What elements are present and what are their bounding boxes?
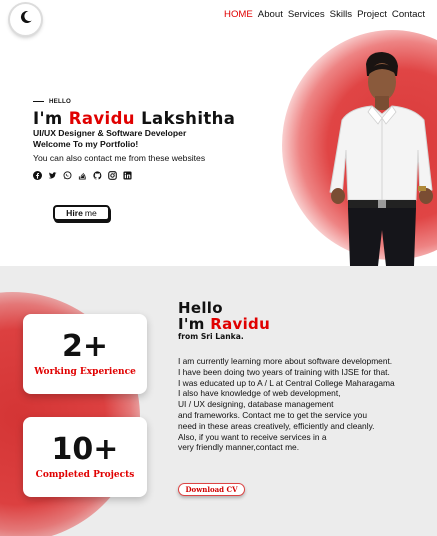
about-line: I have been doing two years of training … bbox=[178, 366, 390, 377]
hire-label-suffix: me bbox=[84, 208, 97, 218]
profile-photo bbox=[320, 50, 437, 266]
twitter-icon[interactable] bbox=[48, 171, 57, 180]
stat-label: Working Experience bbox=[34, 367, 136, 377]
hire-label: Hire bbox=[66, 208, 83, 218]
about-hello: Hello bbox=[178, 299, 223, 317]
eyebrow-dash bbox=[33, 101, 44, 102]
about-line: UI / UX designing, database management bbox=[178, 399, 334, 410]
theme-toggle-button[interactable] bbox=[10, 4, 41, 35]
hello-eyebrow: HELLO bbox=[33, 98, 293, 105]
nav-home[interactable]: HOME bbox=[224, 9, 253, 20]
hero-section: HOME About Services Skills Project Conta… bbox=[0, 0, 437, 266]
about-heading: Hello I'm Ravidu from Sri Lanka. bbox=[178, 300, 270, 341]
stack-overflow-icon[interactable] bbox=[78, 171, 87, 180]
about-from: from Sri Lanka. bbox=[178, 332, 244, 341]
stat-number: 10+ bbox=[51, 432, 119, 467]
about-line: I am currently learning more about softw… bbox=[178, 356, 393, 366]
about-name-highlight: Ravidu bbox=[210, 315, 271, 333]
nav-services[interactable]: Services bbox=[288, 9, 325, 20]
github-icon[interactable] bbox=[93, 171, 102, 180]
nav-about[interactable]: About bbox=[258, 9, 283, 20]
top-nav: HOME About Services Skills Project Conta… bbox=[224, 9, 425, 20]
about-line: I was educated up to A / L at Central Co… bbox=[178, 377, 395, 388]
facebook-icon[interactable] bbox=[33, 171, 42, 180]
hero-role: UI/UX Designer & Software Developer bbox=[33, 128, 187, 138]
name-prefix: I'm bbox=[33, 109, 63, 128]
download-cv-button[interactable]: Download CV bbox=[178, 483, 245, 496]
social-links bbox=[33, 171, 293, 180]
hero-intro: HELLO I'm Ravidu Lakshitha UI/UX Designe… bbox=[33, 98, 293, 180]
whatsapp-icon[interactable] bbox=[63, 171, 72, 180]
about-line: need in these areas creatively, efficien… bbox=[178, 420, 375, 431]
about-name-line: I'm Ravidu bbox=[178, 316, 270, 332]
about-section: 2+ Working Experience 10+ Completed Proj… bbox=[0, 266, 437, 536]
nav-contact[interactable]: Contact bbox=[392, 9, 425, 20]
nav-skills[interactable]: Skills bbox=[330, 9, 352, 20]
hire-me-button[interactable]: Hire me bbox=[53, 205, 110, 221]
stat-label: Completed Projects bbox=[35, 470, 135, 480]
instagram-icon[interactable] bbox=[108, 171, 117, 180]
about-line: Also, if you want to receive services in… bbox=[178, 431, 327, 442]
hero-contact-text: You can also contact me from these websi… bbox=[33, 153, 206, 163]
about-name-prefix: I'm bbox=[178, 315, 205, 333]
hello-text: HELLO bbox=[49, 98, 71, 105]
linkedin-icon[interactable] bbox=[123, 171, 132, 180]
moon-icon bbox=[18, 9, 34, 30]
about-line: and frameworks. Contact me to get the se… bbox=[178, 409, 367, 420]
about-paragraph: I am currently learning more about softw… bbox=[178, 356, 428, 453]
hero-welcome: Welcome To my Portfolio! bbox=[33, 139, 139, 149]
about-line: I also have knowledge of web development… bbox=[178, 388, 341, 399]
name-suffix: Lakshitha bbox=[141, 109, 236, 128]
hero-name: I'm Ravidu Lakshitha bbox=[33, 109, 293, 128]
stat-number: 2+ bbox=[61, 329, 108, 364]
name-highlight: Ravidu bbox=[68, 109, 135, 128]
nav-project[interactable]: Project bbox=[357, 9, 387, 20]
stat-card-experience: 2+ Working Experience bbox=[23, 314, 147, 394]
about-line: very friendly manner,contact me. bbox=[178, 442, 300, 453]
stat-card-projects: 10+ Completed Projects bbox=[23, 417, 147, 497]
